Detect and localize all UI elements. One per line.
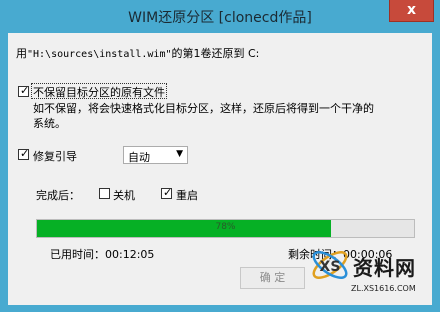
- elapsed-time: 已用时间：00:12:05: [50, 246, 154, 262]
- elapsed-value: 00:12:05: [105, 248, 155, 261]
- keep-files-checkbox[interactable]: ✓: [18, 84, 30, 97]
- shutdown-checkbox[interactable]: [99, 188, 110, 199]
- check-icon: ✓: [163, 186, 173, 199]
- window-title: WIM还原分区 [clonecd作品]: [128, 10, 312, 26]
- restart-label[interactable]: 重启: [176, 187, 198, 203]
- wim-path: "H:\sources\install.wim": [27, 49, 172, 60]
- watermark-logo-icon: XS: [312, 251, 348, 279]
- ok-button[interactable]: 确 定: [240, 267, 305, 289]
- restart-checkbox[interactable]: ✓: [161, 186, 173, 199]
- message-suffix: 的第1卷还原到 C:: [171, 47, 260, 60]
- repair-mode-value: 自动: [128, 151, 150, 164]
- after-complete-label: 完成后：: [36, 189, 80, 202]
- chevron-down-icon: ▼: [176, 149, 183, 159]
- close-button[interactable]: x: [389, 0, 434, 22]
- keep-files-description: 如不保留，将会快速格式化目标分区，这样，还原后将得到一个干净的: [33, 102, 374, 115]
- site-watermark: XS 资料网 ZL.XS1616.COM: [305, 238, 440, 312]
- dialog-window: WIM还原分区 [clonecd作品] x 用"H:\sources\insta…: [0, 0, 440, 312]
- close-icon: x: [406, 2, 417, 18]
- title-bar[interactable]: WIM还原分区 [clonecd作品] x: [0, 0, 440, 33]
- shutdown-label[interactable]: 关机: [113, 187, 135, 203]
- keep-files-description-cont: 系统。: [33, 117, 66, 130]
- progress-percent: 78%: [215, 222, 236, 232]
- repair-mode-select[interactable]: 自动 ▼: [123, 146, 188, 164]
- check-icon: ✓: [20, 84, 30, 97]
- restore-message: 用"H:\sources\install.wim"的第1卷还原到 C:: [16, 45, 259, 61]
- check-icon: ✓: [20, 147, 30, 160]
- svg-text:XS: XS: [320, 259, 341, 275]
- watermark-url: ZL.XS1616.COM: [351, 284, 416, 293]
- watermark-brand: 资料网: [353, 256, 416, 280]
- repair-boot-label[interactable]: 修复引导: [33, 148, 77, 164]
- elapsed-label: 已用时间：: [50, 248, 105, 261]
- message-prefix: 用: [16, 47, 27, 60]
- progress-bar: 78%: [36, 219, 415, 238]
- repair-boot-checkbox[interactable]: ✓: [18, 147, 30, 160]
- keep-files-label[interactable]: 不保留目标分区的原有文件: [33, 84, 165, 100]
